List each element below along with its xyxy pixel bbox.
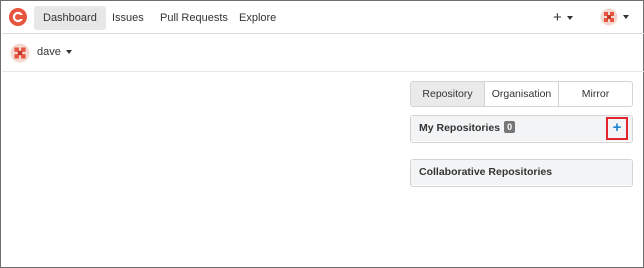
- panel-title: Collaborative Repositories: [419, 166, 553, 178]
- nav-pull-requests[interactable]: Pull Requests: [151, 6, 237, 30]
- caret-down-icon: [65, 50, 72, 55]
- nav-issues[interactable]: Issues: [103, 6, 153, 30]
- collaborative-repositories-panel: Collaborative Repositories: [410, 159, 633, 187]
- tab-repository[interactable]: Repository: [411, 82, 484, 106]
- add-repository-button[interactable]: +: [606, 117, 628, 140]
- tab-mirror[interactable]: Mirror: [558, 82, 632, 106]
- tab-organisation[interactable]: Organisation: [484, 82, 558, 106]
- panel-title: My Repositories: [419, 122, 501, 134]
- user-menu-button[interactable]: [600, 8, 629, 28]
- nav-dashboard[interactable]: Dashboard: [34, 6, 106, 30]
- create-menu-button[interactable]: +: [553, 8, 573, 28]
- panel-header: Collaborative Repositories: [411, 160, 632, 185]
- plus-icon: +: [612, 119, 622, 136]
- caret-down-icon: [623, 15, 629, 19]
- panel-header: My Repositories 0 +: [411, 116, 632, 141]
- my-repositories-panel: My Repositories 0 +: [410, 115, 633, 143]
- avatar: [10, 43, 30, 63]
- context-username[interactable]: dave: [37, 45, 72, 59]
- app-window: Dashboard Issues Pull Requests Explore +: [0, 0, 644, 268]
- nav-explore[interactable]: Explore: [230, 6, 285, 30]
- caret-down-icon: [566, 16, 573, 21]
- top-navbar: Dashboard Issues Pull Requests Explore +: [2, 2, 644, 34]
- repo-type-tabs: Repository Organisation Mirror: [410, 81, 633, 107]
- context-user-switcher[interactable]: dave: [2, 34, 644, 72]
- repo-count-badge: 0: [504, 121, 516, 133]
- avatar: [600, 8, 618, 26]
- plus-icon: +: [553, 9, 562, 26]
- logo-icon[interactable]: [8, 7, 28, 27]
